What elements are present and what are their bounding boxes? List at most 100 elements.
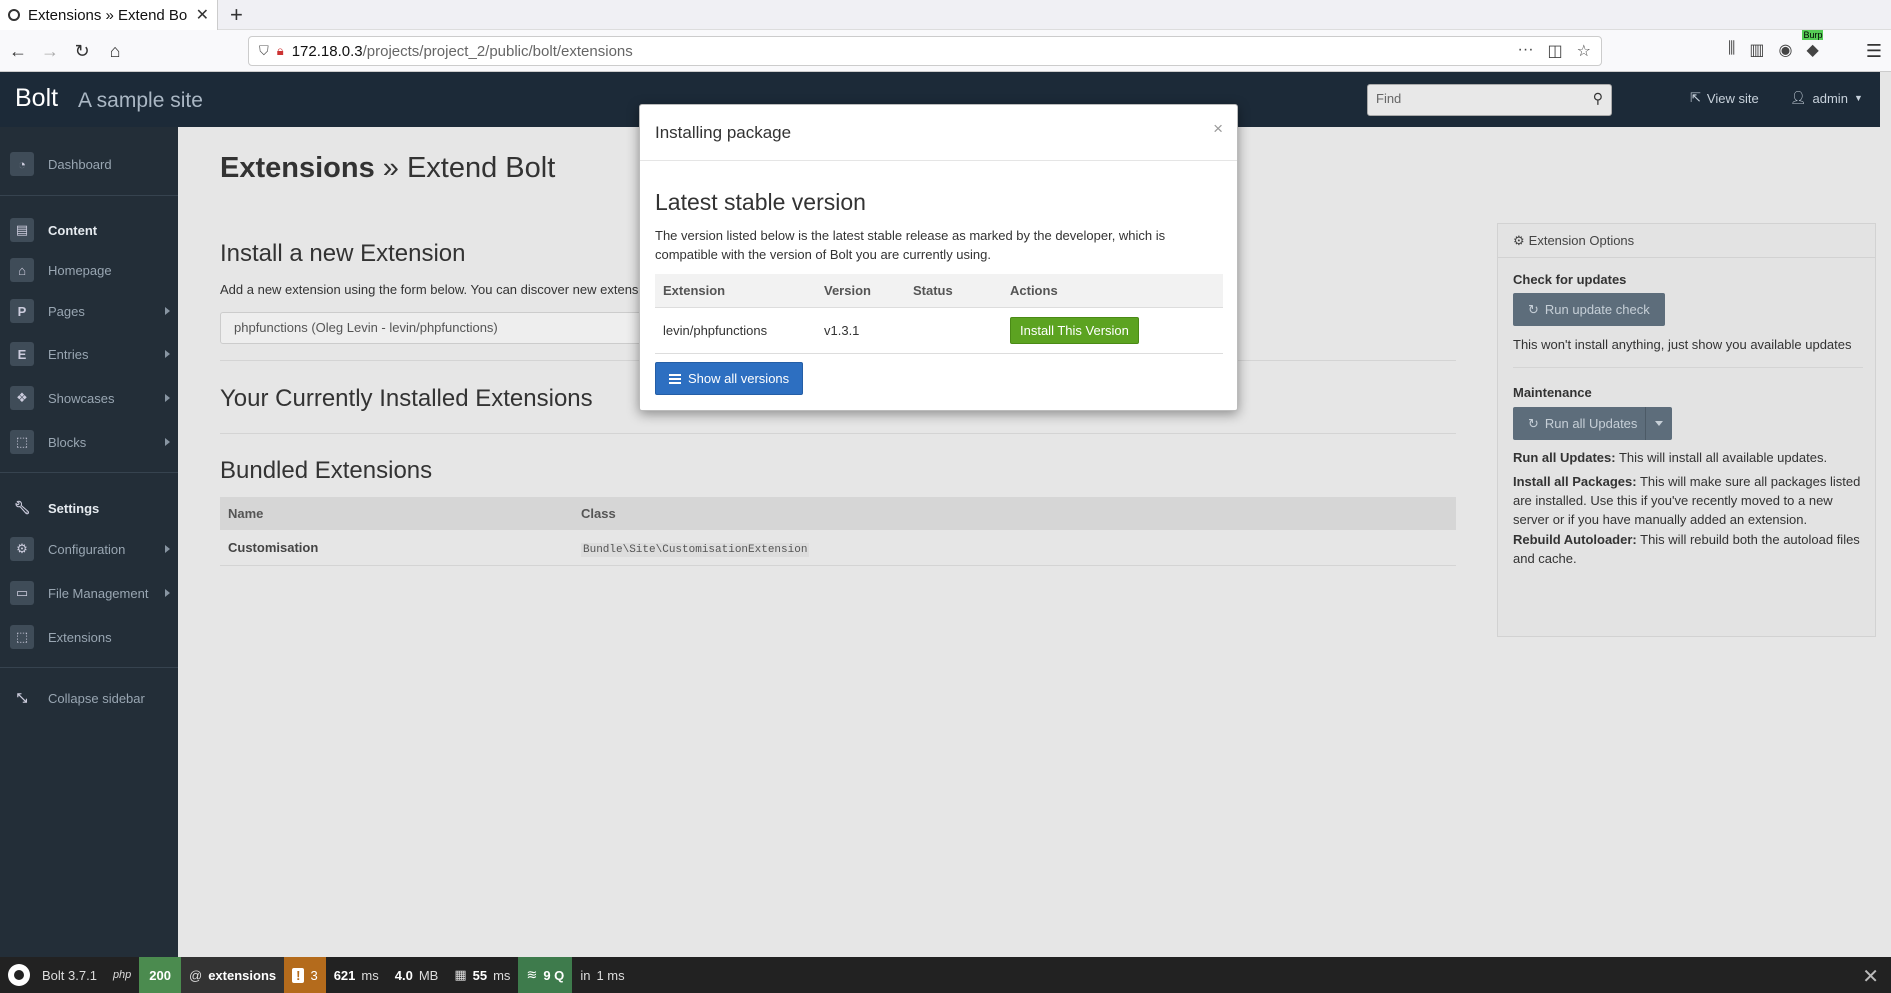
debug-warnings[interactable]: ! 3: [284, 957, 326, 993]
chevron-right-icon: [165, 350, 170, 358]
sidebar-divider: [0, 195, 178, 196]
note-term: Install all Packages:: [1513, 474, 1637, 489]
insecure-lock-icon[interactable]: 🔒︎: [277, 43, 284, 59]
list-icon: [669, 373, 681, 384]
install-this-version-button[interactable]: Install This Version: [1010, 317, 1139, 344]
debug-queries[interactable]: ≋ 9 Q: [518, 957, 573, 993]
sidebar-item-homepage[interactable]: ⌂ Homepage: [0, 255, 178, 285]
search-icon[interactable]: ⚲: [1593, 90, 1603, 107]
url-host: 172.18.0.3: [291, 42, 363, 60]
table-row: Customisation Bundle\Site\CustomisationE…: [220, 530, 1456, 566]
sidebar-toggle-icon[interactable]: ▥: [1749, 40, 1764, 60]
collapse-sidebar-button[interactable]: ⤡ Collapse sidebar: [0, 683, 178, 713]
sidebar-label: Entries: [48, 346, 89, 362]
bundled-class: Bundle\Site\CustomisationExtension: [581, 542, 810, 557]
view-site-link[interactable]: ⇱ View site: [1690, 90, 1759, 106]
debug-route[interactable]: @ extensions: [181, 957, 285, 993]
sidebar-label: Extensions: [48, 629, 112, 645]
close-icon[interactable]: ×: [1213, 119, 1223, 139]
back-icon[interactable]: ←: [6, 39, 30, 63]
page-title: Extensions » Extend Bolt: [220, 152, 555, 185]
column-header: Name: [228, 506, 264, 521]
divider: [1513, 367, 1863, 368]
sidebar-label: File Management: [48, 585, 149, 601]
debug-bolt-version[interactable]: Bolt 3.7.1: [0, 957, 105, 993]
show-all-versions-button[interactable]: Show all versions: [655, 362, 804, 395]
reload-icon[interactable]: ↻: [70, 39, 94, 63]
close-icon[interactable]: ✕: [1862, 964, 1879, 989]
note-term: Rebuild Autoloader:: [1513, 532, 1637, 547]
tab-close-icon[interactable]: ✕: [196, 5, 209, 25]
burp-extension-icon[interactable]: ◆ Burp: [1802, 30, 1824, 60]
sidebar-heading-content[interactable]: ▤ Content: [0, 215, 178, 245]
debug-render-time[interactable]: ▦ 55 ms: [446, 957, 518, 993]
extension-options-panel: ⚙ Extension Options Check for updates ↻ …: [1497, 223, 1876, 637]
url-bar[interactable]: ⛉ 🔒︎ 172.18.0.3/projects/project_2/publi…: [248, 36, 1602, 66]
file-icon: ▤: [10, 218, 34, 242]
run-all-dropdown-toggle[interactable]: [1645, 407, 1672, 440]
sidebar-item-pages[interactable]: P Pages: [0, 296, 178, 326]
chevron-right-icon: [165, 545, 170, 553]
wrench-icon: 🔧︎: [13, 500, 31, 515]
shield-icon[interactable]: ⛉: [259, 43, 269, 59]
sidebar-label: Settings: [48, 500, 100, 516]
page-title-bold: Extensions: [220, 152, 375, 184]
page-title-rest: » Extend Bolt: [374, 152, 556, 184]
rebuild-note: Rebuild Autoloader: This will rebuild bo…: [1513, 530, 1863, 568]
modal-header: Installing package ×: [640, 105, 1237, 161]
bookmark-star-icon[interactable]: ☆: [1577, 41, 1591, 61]
query-time: 1 ms: [596, 967, 625, 983]
library-icon[interactable]: ⫼: [1728, 40, 1735, 60]
new-tab-button[interactable]: +: [230, 2, 243, 28]
tab-title: Extensions » Extend Bolt: [28, 6, 188, 24]
debug-time[interactable]: 621 ms 4.0 MB: [326, 957, 447, 993]
debug-query-time: in 1 ms: [572, 957, 632, 993]
sidebar-item-showcases[interactable]: ❖ Showcases: [0, 383, 178, 413]
menu-icon[interactable]: ☰: [1862, 39, 1886, 63]
browser-tab[interactable]: Extensions » Extend Bolt ✕: [0, 0, 218, 30]
account-icon[interactable]: ◉: [1779, 40, 1793, 60]
time-unit: ms: [361, 967, 379, 983]
sidebar-item-blocks[interactable]: ⬚ Blocks: [0, 427, 178, 457]
sidebar-label: Collapse sidebar: [48, 690, 145, 706]
search-input[interactable]: Find ⚲: [1367, 84, 1612, 116]
panel-title: Extension Options: [1528, 233, 1635, 248]
sidebar: ◔ Dashboard ▤ Content ⌂ Homepage P Pages…: [0, 127, 178, 957]
run-all-updates-button[interactable]: ↻ Run all Updates: [1513, 407, 1653, 440]
home-icon[interactable]: ⌂: [103, 39, 127, 63]
note-text: This will install all available updates.: [1615, 450, 1828, 465]
button-label: Show all versions: [688, 371, 790, 386]
sidebar-item-entries[interactable]: E Entries: [0, 339, 178, 369]
sidebar-item-dashboard[interactable]: ◔ Dashboard: [0, 149, 178, 179]
versions-table: Extension Version Status Actions levin/p…: [655, 274, 1223, 354]
divider: [220, 433, 1456, 434]
sidebar-label: Homepage: [48, 262, 112, 278]
debug-php[interactable]: php: [105, 957, 139, 993]
run-update-check-button[interactable]: ↻ Run update check: [1513, 293, 1665, 326]
sidebar-item-configuration[interactable]: ⚙ Configuration: [0, 534, 178, 564]
sidebar-label: Showcases: [48, 390, 115, 406]
refresh-icon: ↻: [1528, 301, 1539, 317]
sidebar-item-file-management[interactable]: ▭ File Management: [0, 578, 178, 608]
installed-heading: Your Currently Installed Extensions: [220, 385, 593, 412]
page-actions-icon[interactable]: ···: [1518, 41, 1534, 61]
pocket-icon[interactable]: ◫: [1548, 41, 1563, 61]
install-all-note: Install all Packages: This will make sur…: [1513, 472, 1863, 529]
brand-logo[interactable]: Bolt: [15, 84, 58, 113]
bundled-table: Name Class Customisation Bundle\Site\Cus…: [220, 497, 1456, 566]
run-all-note: Run all Updates: This will install all a…: [1513, 448, 1863, 467]
site-name[interactable]: A sample site: [78, 89, 203, 113]
sidebar-divider: [0, 667, 178, 668]
sidebar-label: Dashboard: [48, 156, 112, 172]
sidebar-label: Pages: [48, 303, 85, 319]
database-icon: ≋: [526, 967, 538, 982]
warning-count: 3: [310, 967, 318, 983]
user-menu[interactable]: 👤︎ admin ▼: [1790, 90, 1863, 106]
table-header: Name Class: [220, 497, 1456, 530]
sidebar-heading-settings[interactable]: 🔧︎ Settings: [0, 493, 178, 523]
sidebar-item-extensions[interactable]: ⬚ Extensions: [0, 622, 178, 652]
dashboard-icon: ◔: [10, 152, 34, 176]
forward-icon[interactable]: →: [38, 39, 62, 63]
template-icon: ▦: [454, 967, 467, 982]
debug-status-code[interactable]: 200: [139, 957, 181, 993]
